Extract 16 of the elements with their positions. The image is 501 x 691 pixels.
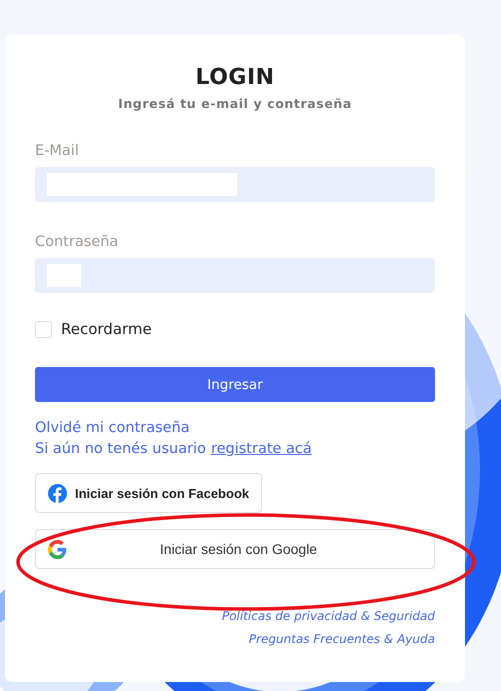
register-link[interactable]: registrate acá	[210, 441, 312, 457]
remember-label: Recordarme	[61, 320, 152, 338]
forgot-password-link[interactable]: Olvidé mi contraseña	[35, 420, 190, 436]
field-label: Contraseña	[35, 234, 118, 250]
facebook-login-button[interactable]: Iniciar sesión con Facebook	[35, 473, 262, 513]
google-login-button[interactable]: Iniciar sesión con Google	[35, 529, 435, 569]
field-label: E-Mail	[35, 143, 79, 159]
register-prompt: Si aún no tenés usuario	[35, 441, 206, 457]
footer-link[interactable]: Políticas de privacidad & Seguridad	[222, 609, 435, 623]
remember-checkbox[interactable]	[35, 320, 52, 338]
login-button[interactable]: Ingresar	[35, 367, 435, 402]
facebook-icon	[48, 484, 67, 502]
footer-link[interactable]: Preguntas Frecuentes & Ayuda	[248, 632, 435, 646]
login-subtitle: Ingresá tu e-mail y contraseña	[118, 96, 352, 111]
google-icon	[48, 540, 67, 558]
login-title: LOGIN	[195, 65, 275, 90]
